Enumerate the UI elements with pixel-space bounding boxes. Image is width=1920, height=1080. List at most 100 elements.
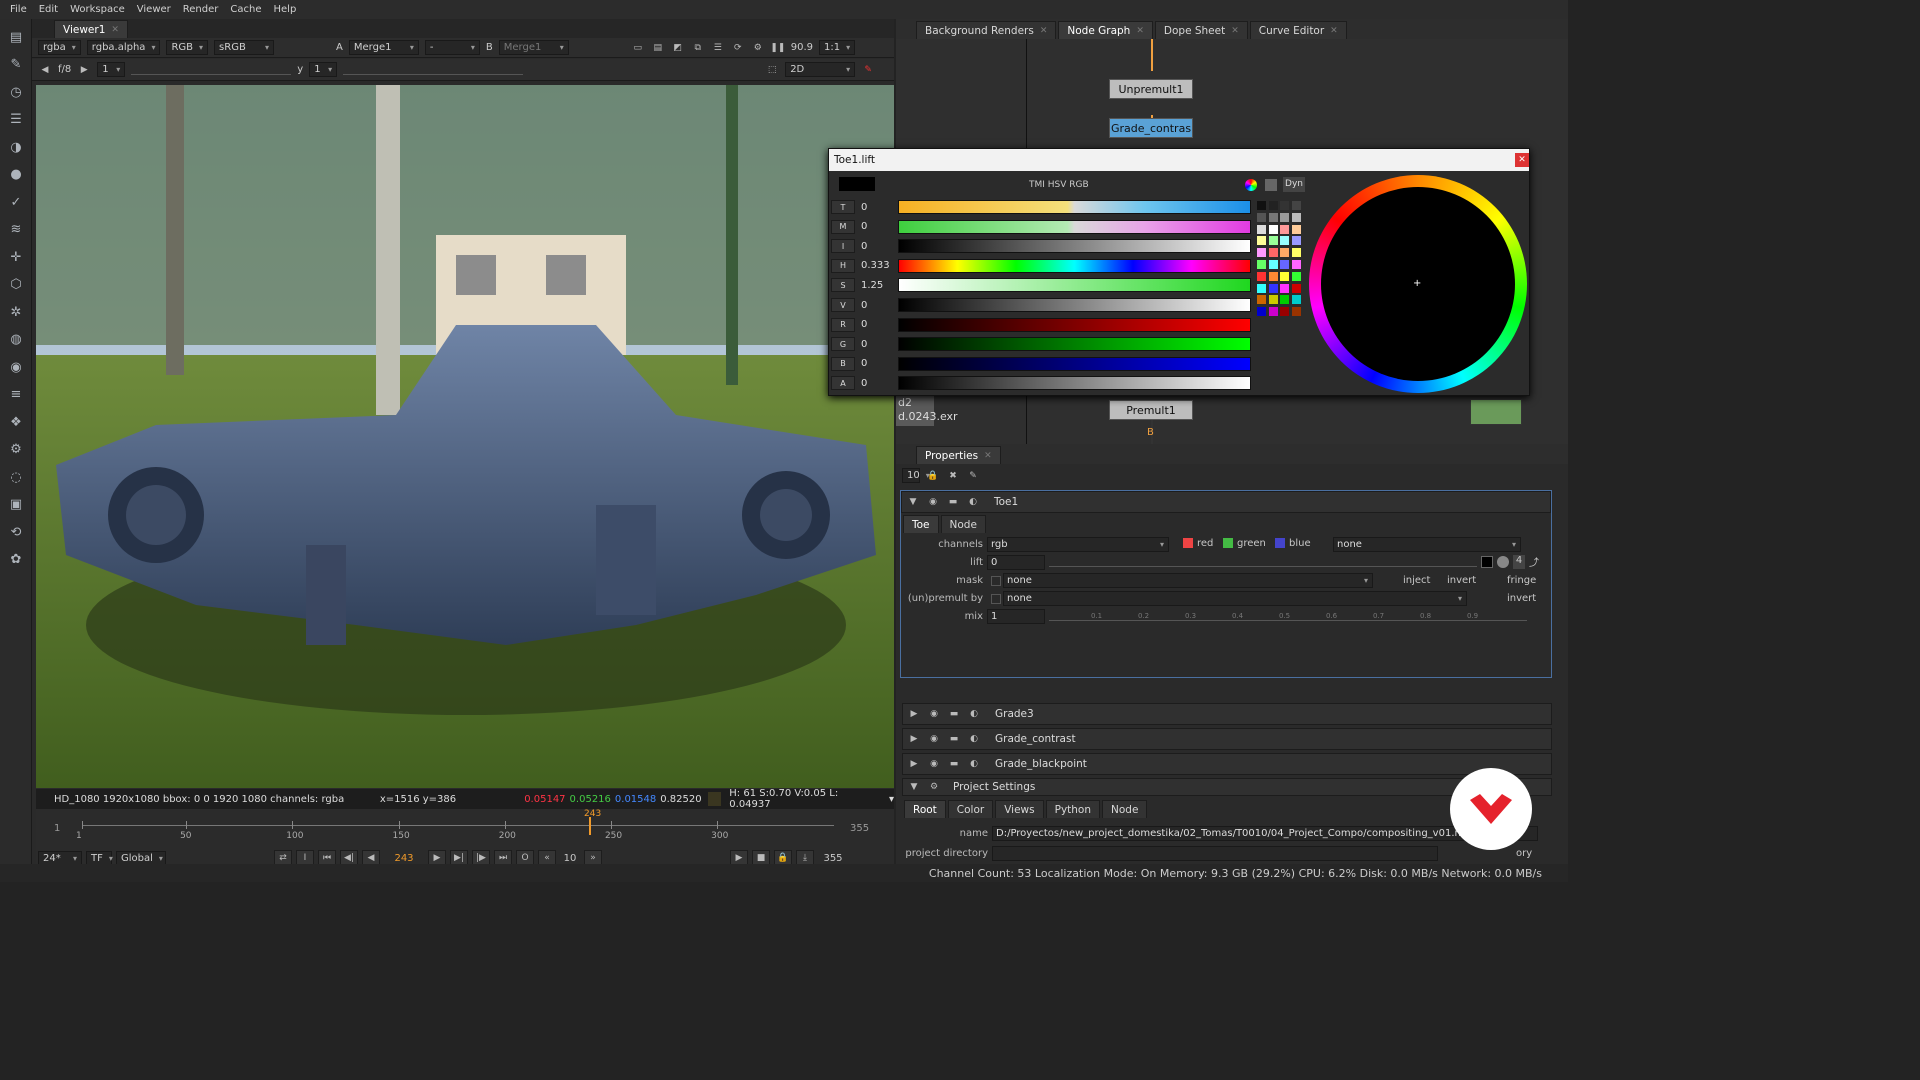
- keyer-icon[interactable]: ✓: [6, 192, 26, 212]
- channel-slider[interactable]: [898, 298, 1251, 312]
- node-premult[interactable]: Premult1: [1109, 400, 1193, 420]
- float-icon[interactable]: ▬: [946, 495, 960, 509]
- node-unpremult[interactable]: Unpremult1: [1109, 79, 1193, 99]
- lift-channel-count[interactable]: 4: [1513, 555, 1525, 569]
- roi-select-icon[interactable]: ⬚: [765, 63, 779, 77]
- view-icon[interactable]: ◉: [927, 757, 941, 771]
- step-field[interactable]: 10: [560, 853, 580, 864]
- lock-icon[interactable]: 🔒: [926, 469, 940, 483]
- unpremult-dropdown[interactable]: none: [1003, 591, 1467, 606]
- colorspace-dropdown[interactable]: RGB: [166, 40, 209, 55]
- color-swatch[interactable]: [1280, 224, 1289, 234]
- channel-value[interactable]: 0: [855, 300, 895, 311]
- ratio-dropdown[interactable]: 1:1: [819, 40, 856, 55]
- lift-slider[interactable]: [1049, 555, 1477, 567]
- float-icon[interactable]: ▬: [947, 707, 961, 721]
- tab-python[interactable]: Python: [1045, 800, 1101, 818]
- grade-contrast-panel-header[interactable]: ▶ ◉ ▬ ◐ Grade_contrast: [902, 728, 1552, 750]
- close-icon[interactable]: ✕: [984, 451, 992, 461]
- channel-slider[interactable]: [898, 278, 1251, 293]
- channel-slider[interactable]: [898, 239, 1251, 254]
- channel-label[interactable]: V: [831, 298, 855, 312]
- float-icon[interactable]: ▬: [947, 757, 961, 771]
- close-icon[interactable]: ✕: [111, 25, 119, 35]
- channel-label[interactable]: B: [831, 356, 855, 371]
- timeline[interactable]: 1 1 50 100 150 200 250 300 243 355: [36, 809, 894, 849]
- channel-slider[interactable]: [898, 376, 1251, 391]
- merge-icon[interactable]: ≋: [6, 220, 26, 240]
- unpremult-checkbox[interactable]: [991, 594, 1001, 604]
- gain-field[interactable]: 1: [97, 62, 126, 77]
- color-swatch[interactable]: [1268, 201, 1278, 210]
- node-name-field[interactable]: Toe1: [994, 496, 1018, 508]
- extra-channel-dropdown[interactable]: none: [1333, 537, 1521, 552]
- menu-viewer[interactable]: Viewer: [131, 4, 177, 15]
- color-swatch[interactable]: [1280, 283, 1289, 293]
- roi-icon[interactable]: ▭: [631, 41, 645, 55]
- view-mode-dropdown[interactable]: 2D: [785, 62, 856, 77]
- gamma-slider[interactable]: [343, 65, 524, 75]
- view-icon[interactable]: ◉: [926, 495, 940, 509]
- pause-icon[interactable]: ❚❚: [770, 41, 785, 55]
- clear-icon[interactable]: ✖: [946, 469, 960, 483]
- channel-value[interactable]: 1.25: [855, 280, 895, 291]
- arrow-right-icon[interactable]: ▶: [77, 63, 91, 77]
- tab-curve-editor[interactable]: Curve Editor ✕: [1249, 21, 1347, 39]
- mix-field[interactable]: 1: [987, 609, 1045, 624]
- timeline-track[interactable]: [82, 825, 834, 826]
- color-swatch[interactable]: [1291, 224, 1301, 234]
- swatches-icon[interactable]: [1265, 179, 1277, 191]
- menu-workspace[interactable]: Workspace: [64, 4, 131, 15]
- color-icon[interactable]: ◐: [967, 732, 981, 746]
- color-swatch[interactable]: [1268, 212, 1278, 222]
- channel-slider[interactable]: [898, 200, 1251, 214]
- color-swatch[interactable]: [1291, 236, 1301, 246]
- tab-toe[interactable]: Toe: [903, 515, 939, 533]
- channel-slider[interactable]: [898, 219, 1251, 234]
- compare-dropdown[interactable]: -: [424, 40, 480, 55]
- color-icon[interactable]: ◑: [6, 137, 26, 157]
- guides-icon[interactable]: ▤: [651, 41, 665, 55]
- channel-label[interactable]: R: [831, 317, 855, 332]
- dyn-toggle[interactable]: Dyn: [1283, 177, 1305, 192]
- color-swatch[interactable]: [1268, 236, 1278, 246]
- color-swatch[interactable]: [1291, 248, 1301, 258]
- color-swatch[interactable]: [1280, 212, 1289, 222]
- filter-icon[interactable]: ●: [6, 165, 26, 185]
- close-icon[interactable]: ✕: [1231, 26, 1239, 36]
- overlay-icon[interactable]: ⧉: [691, 41, 705, 55]
- max-panels-field[interactable]: 10: [902, 468, 920, 483]
- color-swatch[interactable]: [1280, 248, 1289, 258]
- checkbox-blue[interactable]: [1275, 538, 1285, 548]
- color-swatch[interactable]: [1291, 307, 1301, 317]
- chevron-down-icon[interactable]: ▾: [889, 794, 894, 805]
- channel-label[interactable]: H: [831, 258, 855, 273]
- tab-node[interactable]: Node: [940, 515, 986, 533]
- paint-icon[interactable]: ✎: [6, 55, 26, 75]
- color-swatch[interactable]: [1291, 295, 1301, 305]
- menu-edit[interactable]: Edit: [33, 4, 64, 15]
- color-wheel-icon[interactable]: [1245, 179, 1257, 191]
- gamma-field[interactable]: 1: [309, 62, 338, 77]
- grade3-panel-header[interactable]: ▶ ◉ ▬ ◐ Grade3: [902, 703, 1552, 725]
- zoom-level[interactable]: 90.9: [791, 42, 813, 53]
- color-swatch[interactable]: [1291, 271, 1301, 281]
- color-swatch[interactable]: [1257, 236, 1266, 246]
- close-icon[interactable]: ✕: [1515, 153, 1529, 167]
- color-swatch[interactable]: [1257, 283, 1266, 293]
- channel-value[interactable]: 0: [855, 241, 895, 252]
- pin-icon[interactable]: ✎: [966, 469, 980, 483]
- curve-icon[interactable]: ⤴: [1529, 554, 1539, 569]
- project-directory-field[interactable]: [992, 846, 1438, 861]
- node-read[interactable]: d2 d.0243.exr: [896, 396, 958, 426]
- hue-wheel[interactable]: +: [1309, 175, 1527, 393]
- 3d-icon[interactable]: ⬡: [6, 275, 26, 295]
- color-swatch[interactable]: [1268, 295, 1278, 305]
- color-icon[interactable]: ◐: [966, 495, 980, 509]
- end-frame-field[interactable]: 355: [818, 853, 848, 864]
- tab-node[interactable]: Node: [1102, 800, 1148, 818]
- collapse-icon[interactable]: ▼: [906, 495, 920, 509]
- color-swatch[interactable]: [1291, 201, 1301, 210]
- color-swatch[interactable]: [1268, 283, 1278, 293]
- channel-icon[interactable]: ☰: [6, 110, 26, 130]
